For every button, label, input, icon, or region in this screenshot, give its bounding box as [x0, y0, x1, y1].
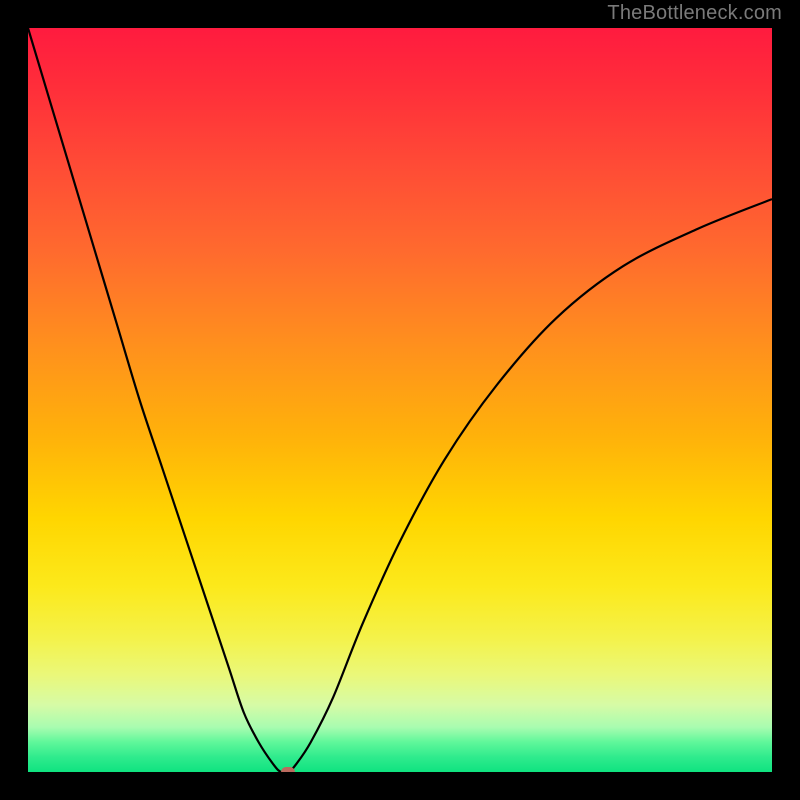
- plot-area: [28, 28, 772, 772]
- minimum-marker: [281, 767, 295, 772]
- attribution-text: TheBottleneck.com: [607, 2, 782, 25]
- chart-frame: TheBottleneck.com: [0, 0, 800, 800]
- bottleneck-curve: [28, 28, 772, 772]
- curve-svg: [28, 28, 772, 772]
